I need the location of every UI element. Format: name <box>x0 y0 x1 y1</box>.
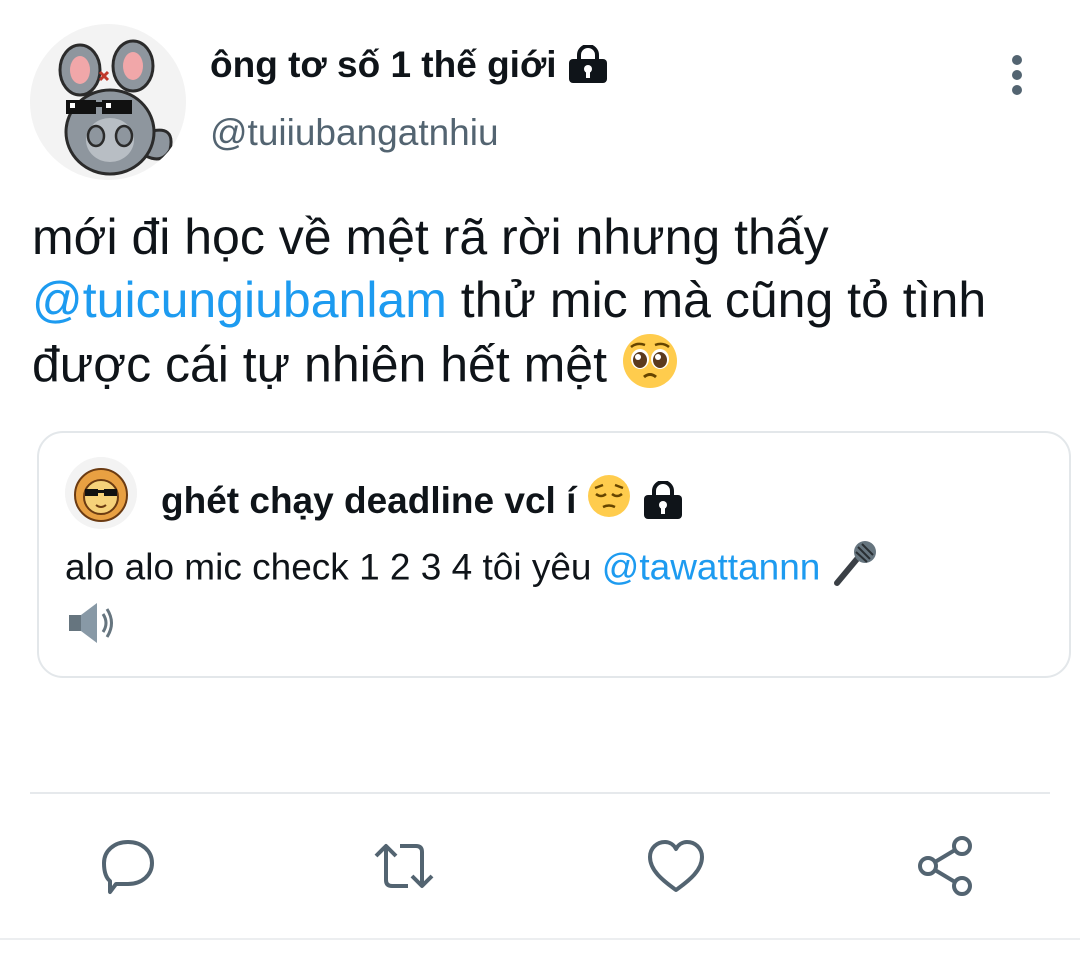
more-options-button[interactable] <box>996 52 1038 98</box>
pleading-face-emoji-icon <box>621 332 679 405</box>
tweet-text-line-1: mới đi học về mệt rã rời nhưng thấy <box>32 209 829 265</box>
action-bar-divider <box>30 792 1050 794</box>
quoted-tweet-text: alo alo mic check 1 2 3 4 tôi yêu @tawat… <box>65 539 1045 659</box>
like-icon <box>648 840 704 892</box>
tweet-text-line-2-rest: thử mic mà cũng tỏ tình <box>446 272 987 328</box>
author-display-name[interactable]: ông tơ số 1 thế giới <box>210 44 609 86</box>
vertical-dots-icon <box>1012 55 1022 95</box>
lion-avatar-icon <box>65 457 137 529</box>
quoted-author-avatar[interactable] <box>65 457 137 529</box>
reply-button[interactable] <box>96 834 160 898</box>
like-button[interactable] <box>644 834 708 898</box>
speaker-emoji-icon <box>65 600 115 659</box>
microphone-emoji-icon <box>831 539 881 600</box>
tweet-text-line-3-text: được cái tự nhiên hết mệt <box>32 336 621 393</box>
pensive-face-emoji-icon <box>586 473 632 528</box>
mention-link[interactable]: @tuicungiubanlam <box>32 272 447 328</box>
author-name-text: ông tơ số 1 thế giới <box>210 44 557 85</box>
author-avatar[interactable] <box>30 24 186 180</box>
lock-icon <box>567 44 609 85</box>
quoted-text-before: alo alo mic check 1 2 3 4 tôi yêu <box>65 546 602 588</box>
reply-icon <box>102 840 154 894</box>
share-button[interactable] <box>914 834 978 898</box>
quoted-tweet-card[interactable]: ghét chạy deadline vcl í alo alo mic che… <box>37 431 1071 678</box>
quoted-author-display-name[interactable]: ghét chạy deadline vcl í <box>161 473 684 528</box>
bottom-divider <box>0 938 1080 940</box>
tweet-text-line-3: được cái tự nhiên hết mệt <box>32 332 1072 405</box>
tweet-text-line-2: @tuicungiubanlam thử mic mà cũng tỏ tình <box>32 269 1072 332</box>
quoted-author-name-text: ghét chạy deadline vcl í <box>161 479 577 521</box>
retweet-button[interactable] <box>372 834 436 898</box>
share-icon <box>918 836 972 896</box>
quoted-mention-link[interactable]: @tawattannn <box>602 546 821 587</box>
retweet-icon <box>374 844 434 888</box>
chinchilla-avatar-icon <box>30 24 186 180</box>
author-handle[interactable]: @tuiiubangatnhiu <box>210 112 499 154</box>
tweet: ông tơ số 1 thế giới @tuiiubangatnhiu mớ… <box>0 0 1080 956</box>
quoted-lock-icon <box>642 479 684 521</box>
tweet-text: mới đi học về mệt rã rời nhưng thấy @tui… <box>32 206 1072 405</box>
